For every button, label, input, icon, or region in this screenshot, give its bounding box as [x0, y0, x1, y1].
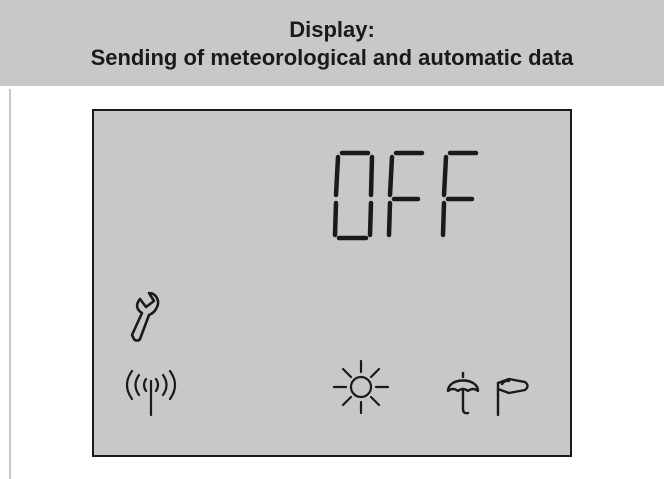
- manual-figure: Display: Sending of meteorological and a…: [0, 0, 664, 479]
- lcd-display: OFF: [92, 109, 572, 457]
- windsock-icon: [496, 377, 529, 417]
- left-margin-rule: [9, 89, 11, 479]
- lcd-graphics: [125, 150, 529, 417]
- antenna-signal-icon: [125, 369, 177, 417]
- segment-digit-f-1: [386, 150, 425, 238]
- figure-title: Display: Sending of meteorological and a…: [0, 0, 664, 86]
- figure-title-line-1: Display:: [289, 17, 375, 42]
- sun-icon: [332, 359, 390, 415]
- figure-title-line-2: Sending of meteorological and automatic …: [90, 45, 574, 70]
- lcd-readout-segments: [332, 150, 479, 241]
- segment-digit-o: [332, 150, 375, 241]
- segment-digit-f-2: [440, 150, 479, 238]
- wrench-icon: [130, 291, 160, 342]
- umbrella-icon: [446, 371, 480, 415]
- header-divider: [0, 86, 664, 89]
